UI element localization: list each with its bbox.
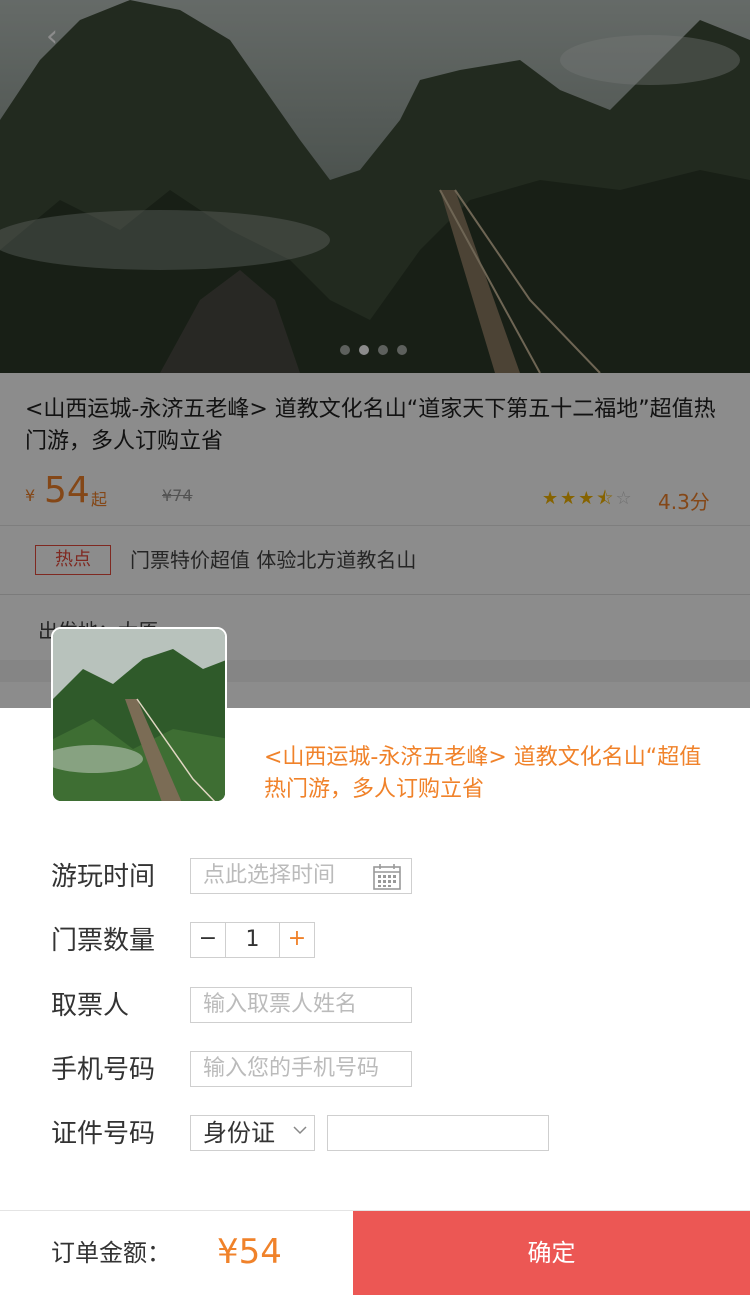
visit-time-label: 游玩时间 xyxy=(51,862,156,892)
quantity-value[interactable]: 1 xyxy=(226,923,279,957)
order-amount-label: 订单金额： xyxy=(51,1239,171,1267)
id-label: 证件号码 xyxy=(51,1119,156,1149)
phone-label: 手机号码 xyxy=(51,1055,156,1085)
increment-button[interactable]: + xyxy=(279,923,314,957)
collector-row: 取票人 输入取票人姓名 xyxy=(0,987,750,1025)
ticket-qty-row: 门票数量 − 1 + xyxy=(0,922,750,960)
collector-label: 取票人 xyxy=(51,991,130,1021)
collector-placeholder: 输入取票人姓名 xyxy=(203,992,358,1017)
order-amount: ¥54 xyxy=(217,1232,282,1272)
id-number-input[interactable] xyxy=(327,1115,549,1151)
collector-name-input[interactable]: 输入取票人姓名 xyxy=(190,987,412,1023)
id-row: 证件号码 身份证 xyxy=(0,1115,750,1153)
quantity-stepper: − 1 + xyxy=(190,922,315,958)
id-type-select[interactable]: 身份证 xyxy=(190,1115,315,1151)
order-bar: 订单金额： ¥54 确定 xyxy=(0,1210,750,1295)
visit-time-placeholder: 点此选择时间 xyxy=(203,863,336,888)
modal-overlay[interactable] xyxy=(0,0,750,708)
booking-product-title: <山西运城-永济五老峰> 道教文化名山“超值热门游，多人订购立省 xyxy=(264,745,702,802)
phone-row: 手机号码 输入您的手机号码 xyxy=(0,1051,750,1089)
product-thumbnail xyxy=(51,627,227,803)
id-type-value: 身份证 xyxy=(203,1119,275,1147)
chevron-down-icon xyxy=(293,1126,307,1135)
calendar-icon[interactable] xyxy=(373,863,401,890)
ticket-qty-label: 门票数量 xyxy=(51,926,156,956)
phone-input[interactable]: 输入您的手机号码 xyxy=(190,1051,412,1087)
confirm-button[interactable]: 确定 xyxy=(353,1211,750,1295)
thumbnail-image xyxy=(53,629,225,801)
phone-placeholder: 输入您的手机号码 xyxy=(203,1056,380,1081)
decrement-button[interactable]: − xyxy=(191,923,226,957)
visit-time-input[interactable]: 点此选择时间 xyxy=(190,858,412,894)
visit-time-row: 游玩时间 点此选择时间 xyxy=(0,858,750,896)
